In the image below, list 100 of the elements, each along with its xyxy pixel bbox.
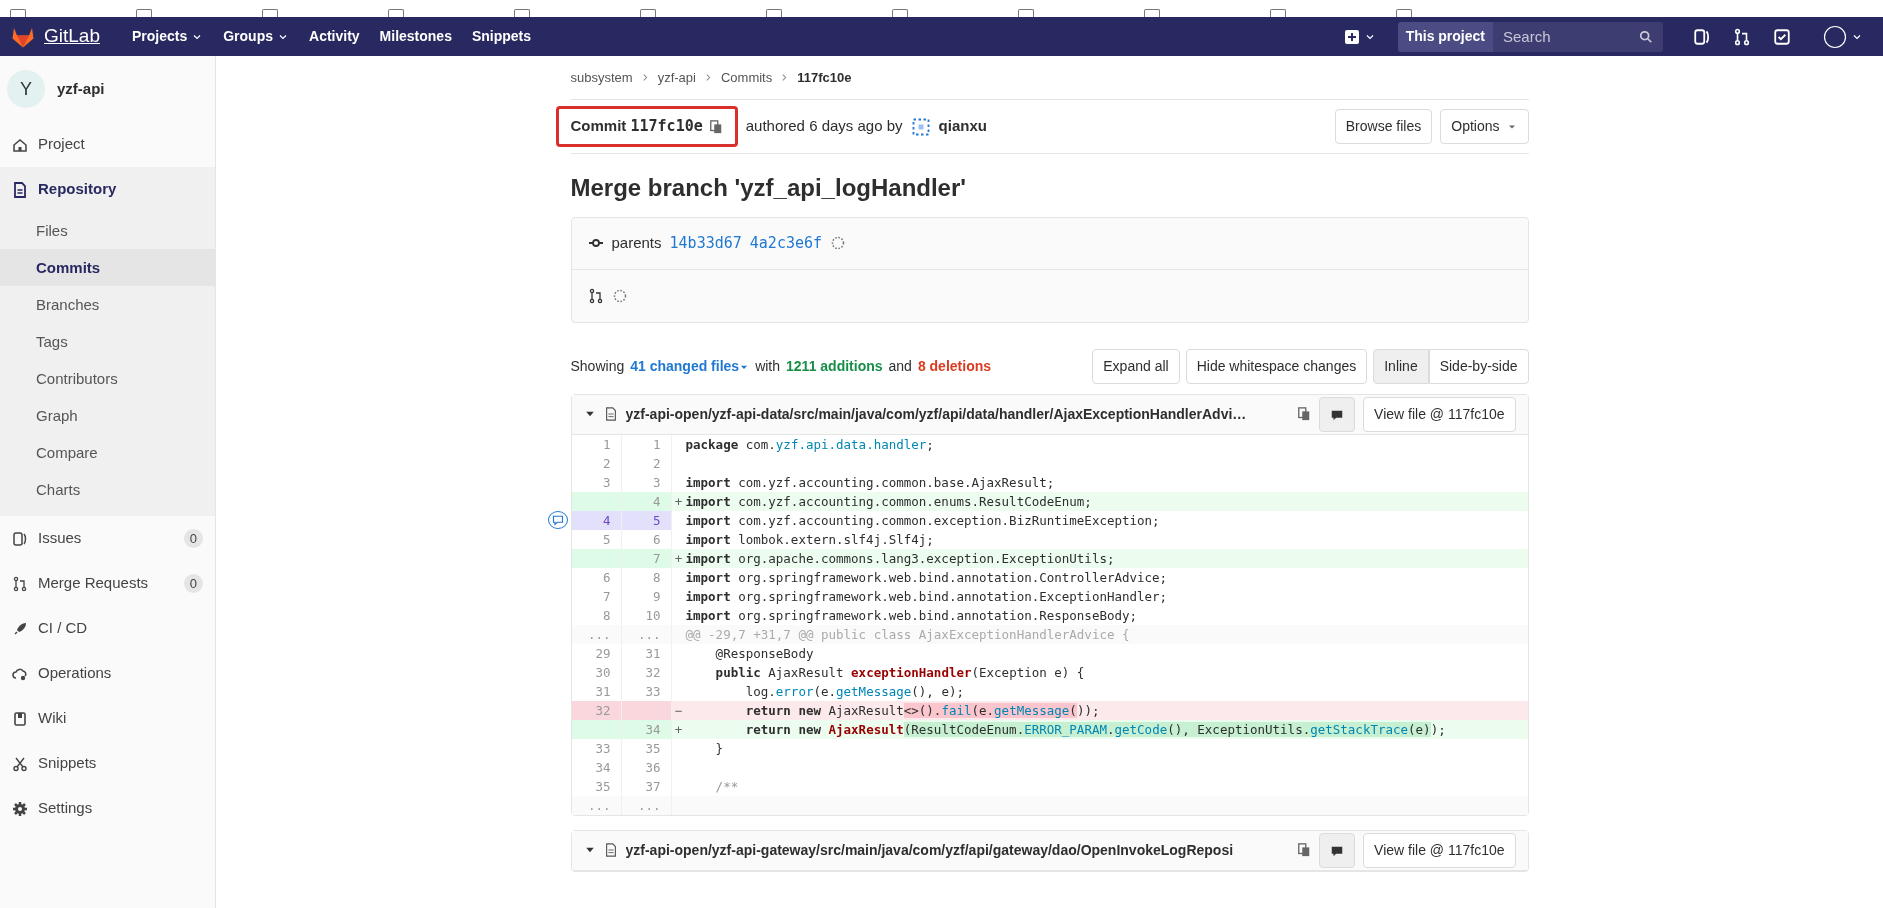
- line-number[interactable]: 8: [571, 605, 622, 625]
- sidebar-subitem[interactable]: Files: [0, 212, 215, 249]
- line-number[interactable]: 6: [571, 567, 622, 587]
- line-number[interactable]: ...: [621, 624, 672, 644]
- todo-icon[interactable]: [1773, 27, 1791, 46]
- line-number[interactable]: 4: [621, 491, 672, 511]
- line-number[interactable]: 30: [571, 662, 622, 682]
- count-badge: 0: [183, 528, 203, 549]
- view-file-button[interactable]: View file @ 117fc10e: [1363, 396, 1516, 432]
- diff-sign: +: [673, 549, 684, 568]
- gutter-cell[interactable]: [571, 491, 622, 511]
- file-path[interactable]: yzf-api-open/yzf-api-gateway/src/main/java/com/yzf/api/gateway/dao/OpenInvokeLogReposi: [625, 839, 1290, 861]
- line-number[interactable]: 33: [571, 738, 622, 758]
- nav-link[interactable]: Milestones: [369, 26, 462, 47]
- nav-link[interactable]: Groups: [213, 26, 299, 47]
- mr-icon[interactable]: [12, 575, 28, 592]
- author-link[interactable]: qianxu: [938, 115, 987, 138]
- sidebar-item[interactable]: CI / CD: [0, 606, 215, 651]
- code-line: package com.yzf.api.data.handler;: [685, 435, 935, 454]
- commit-label: Commit 117fc10e: [570, 116, 703, 138]
- sidebar-item[interactable]: Project: [0, 122, 215, 167]
- view-toggle[interactable]: Inline: [1373, 348, 1429, 384]
- issues-icon[interactable]: [1693, 27, 1711, 46]
- changed-files-link[interactable]: 41 changed files: [630, 355, 750, 377]
- project-avatar[interactable]: Y: [7, 70, 45, 108]
- file-path[interactable]: yzf-api-open/yzf-api-data/src/main/java/com/yzf/api/data/handler/AjaxExceptionHandlerAdvi…: [625, 403, 1290, 425]
- gutter-cell[interactable]: [621, 700, 672, 720]
- authored-text: authored 6 days ago by: [745, 116, 903, 137]
- line-number[interactable]: 29: [571, 643, 622, 663]
- line-number[interactable]: 37: [621, 776, 672, 796]
- sidebar-subitem[interactable]: Contributors: [0, 360, 215, 397]
- line-number[interactable]: 7: [571, 586, 622, 606]
- line-number[interactable]: 9: [621, 586, 672, 606]
- copy-icon[interactable]: [1297, 407, 1312, 422]
- scope-button[interactable]: This project: [1397, 21, 1493, 52]
- line-number[interactable]: 1: [621, 434, 672, 454]
- parent-link[interactable]: 4a2c3e6f: [749, 232, 823, 255]
- line-number[interactable]: 35: [621, 738, 672, 758]
- line-number[interactable]: 8: [621, 567, 672, 587]
- comment-button[interactable]: [1319, 396, 1356, 432]
- comment-button[interactable]: [1319, 832, 1356, 868]
- copy-icon[interactable]: [708, 119, 723, 134]
- code-line: }: [714, 739, 725, 758]
- toolbar-button[interactable]: Hide whitespace changes: [1185, 348, 1368, 384]
- nav-link[interactable]: Activity: [299, 26, 370, 47]
- line-number[interactable]: 10: [621, 605, 672, 625]
- merge-request-icon[interactable]: [1733, 27, 1751, 46]
- stats-text: and: [888, 356, 912, 376]
- nav-link[interactable]: Snippets: [461, 26, 542, 47]
- gutter-cell[interactable]: [571, 548, 622, 568]
- breadcrumb-link[interactable]: subsystem: [570, 67, 633, 88]
- line-number[interactable]: 36: [621, 757, 672, 777]
- line-number[interactable]: 6: [621, 529, 672, 549]
- sidebar-subitem[interactable]: Compare: [0, 434, 215, 471]
- sidebar-item[interactable]: Wiki: [0, 696, 215, 741]
- line-number[interactable]: 31: [571, 681, 622, 701]
- nav-link[interactable]: Projects: [122, 26, 214, 47]
- sidebar-subitem[interactable]: Commits: [0, 249, 215, 286]
- line-number[interactable]: ...: [571, 795, 622, 815]
- line-number[interactable]: 31: [621, 643, 672, 663]
- breadcrumb-link[interactable]: yzf-api: [657, 67, 696, 88]
- options-button[interactable]: Options: [1440, 109, 1529, 144]
- search-field[interactable]: Search: [1493, 21, 1663, 52]
- line-number[interactable]: 35: [571, 776, 622, 796]
- sidebar-subitem[interactable]: Tags: [0, 323, 215, 360]
- line-number[interactable]: 4: [571, 510, 622, 530]
- line-number[interactable]: 5: [571, 529, 622, 549]
- line-number[interactable]: 3: [571, 472, 622, 492]
- line-number[interactable]: 2: [621, 453, 672, 473]
- sidebar-item[interactable]: Operations: [0, 651, 215, 696]
- stats-text: with: [755, 356, 781, 376]
- sidebar-subitem[interactable]: Graph: [0, 397, 215, 434]
- issues-icon[interactable]: [12, 530, 28, 547]
- sidebar-item[interactable]: Snippets: [0, 741, 215, 786]
- copy-icon[interactable]: [1297, 843, 1312, 858]
- line-number[interactable]: 34: [571, 757, 622, 777]
- line-number[interactable]: ...: [621, 795, 672, 815]
- breadcrumb-link[interactable]: 117fc10e: [797, 67, 852, 88]
- project-name[interactable]: yzf-api: [57, 77, 105, 101]
- hunk-header: @@ -29,7 +31,7 @@ public class AjaxExceptionHandlerAdvice {: [685, 625, 1131, 644]
- comment-icon: [551, 513, 564, 526]
- sidebar-subitem[interactable]: Charts: [0, 471, 215, 508]
- toolbar-button[interactable]: Expand all: [1092, 348, 1180, 384]
- view-file-button[interactable]: View file @ 117fc10e: [1363, 832, 1516, 868]
- line-number[interactable]: 3: [621, 472, 672, 492]
- add-comment-button[interactable]: [547, 510, 568, 529]
- line-number[interactable]: 2: [571, 453, 622, 473]
- breadcrumb-link[interactable]: Commits: [720, 67, 773, 88]
- view-toggle[interactable]: Side-by-side: [1428, 348, 1529, 384]
- line-number[interactable]: 1: [571, 434, 622, 454]
- parent-link[interactable]: 14b33d67: [669, 232, 742, 255]
- line-number[interactable]: ...: [571, 624, 622, 644]
- avatar-icon: [1823, 24, 1847, 49]
- browse-files-button[interactable]: Browse files: [1334, 109, 1433, 144]
- line-number[interactable]: 7: [621, 548, 672, 568]
- sidebar-item[interactable]: Settings: [0, 786, 215, 831]
- line-number[interactable]: 33: [621, 681, 672, 701]
- sidebar-subitem[interactable]: Branches: [0, 286, 215, 323]
- gutter-cell[interactable]: [571, 719, 622, 739]
- line-number[interactable]: 32: [621, 662, 672, 682]
